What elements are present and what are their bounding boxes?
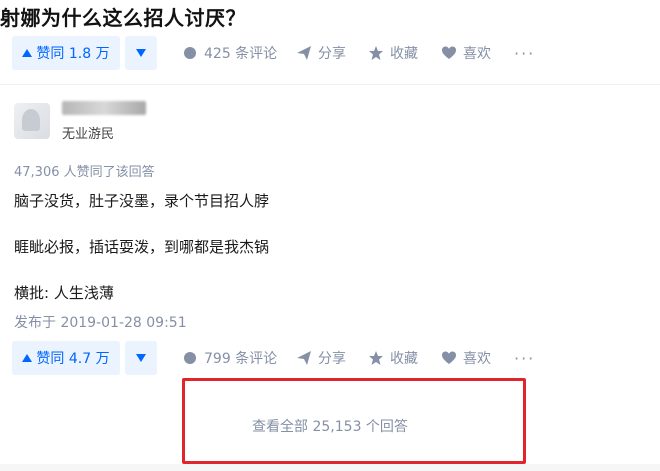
top-action-bar: 赞同 1.8 万 425 条评论 分享 收藏 喜欢 ··· <box>0 33 660 73</box>
answer-author: 无业游民 <box>14 101 146 142</box>
view-all-answers-link[interactable]: 查看全部 25,153 个回答 <box>252 416 408 436</box>
avatar[interactable] <box>14 103 50 139</box>
share-button[interactable]: 分享 <box>296 348 346 368</box>
like-label: 喜欢 <box>463 351 491 367</box>
paper-plane-icon <box>297 46 311 60</box>
favorite-button[interactable]: 收藏 <box>368 348 418 368</box>
comments-button[interactable]: 425 条评论 <box>182 43 277 63</box>
heart-icon <box>442 46 456 59</box>
view-all-answers-panel: 查看全部 25,153 个回答 <box>0 380 660 471</box>
downvote-button[interactable] <box>125 341 157 375</box>
like-button[interactable]: 喜欢 <box>441 348 491 368</box>
answer-paragraph: 睚眦必报，插话耍泼，到哪都是我杰锅 <box>14 238 270 256</box>
downvote-button[interactable] <box>125 36 157 70</box>
author-name-blurred[interactable] <box>62 101 146 115</box>
upvote-button[interactable]: 赞同 4.7 万 <box>12 341 120 375</box>
favorite-label: 收藏 <box>390 46 418 62</box>
share-label: 分享 <box>318 46 346 62</box>
favorite-label: 收藏 <box>390 351 418 367</box>
comment-icon <box>184 352 196 364</box>
heart-icon <box>442 351 456 364</box>
divider <box>0 84 660 85</box>
comments-label: 799 条评论 <box>204 351 278 367</box>
comments-button[interactable]: 799 条评论 <box>182 348 277 368</box>
more-options-button[interactable]: ··· <box>514 44 535 63</box>
favorite-button[interactable]: 收藏 <box>368 43 418 63</box>
comments-label: 425 条评论 <box>204 46 278 62</box>
share-label: 分享 <box>318 351 346 367</box>
question-title: 射娜为什么这么招人讨厌？ <box>0 6 246 30</box>
answer-action-bar: 赞同 4.7 万 799 条评论 分享 收藏 喜欢 ··· <box>0 338 660 378</box>
comment-icon <box>184 47 196 59</box>
answer-paragraph: 脑子没货，肚子没墨，录个节目招人脖 <box>14 192 270 210</box>
share-button[interactable]: 分享 <box>296 43 346 63</box>
downvote-arrow-icon <box>136 354 146 362</box>
upvote-arrow-icon <box>22 49 33 57</box>
like-button[interactable]: 喜欢 <box>441 43 491 63</box>
downvote-arrow-icon <box>136 49 146 57</box>
votes-summary: 47,306 人赞同了该回答 <box>14 165 155 180</box>
published-time[interactable]: 发布于 2019-01-28 09:51 <box>14 312 187 332</box>
page-bottom-band <box>0 464 660 471</box>
upvote-label: 赞同 1.8 万 <box>36 46 110 62</box>
star-icon <box>369 351 383 365</box>
like-label: 喜欢 <box>463 46 491 62</box>
paper-plane-icon <box>297 351 311 365</box>
upvote-arrow-icon <box>22 354 33 362</box>
more-options-button[interactable]: ··· <box>514 349 535 368</box>
upvote-button[interactable]: 赞同 1.8 万 <box>12 36 120 70</box>
upvote-label: 赞同 4.7 万 <box>36 351 110 367</box>
author-headline: 无业游民 <box>62 127 115 142</box>
answer-paragraph: 横批: 人生浅薄 <box>14 284 114 302</box>
star-icon <box>369 46 383 60</box>
